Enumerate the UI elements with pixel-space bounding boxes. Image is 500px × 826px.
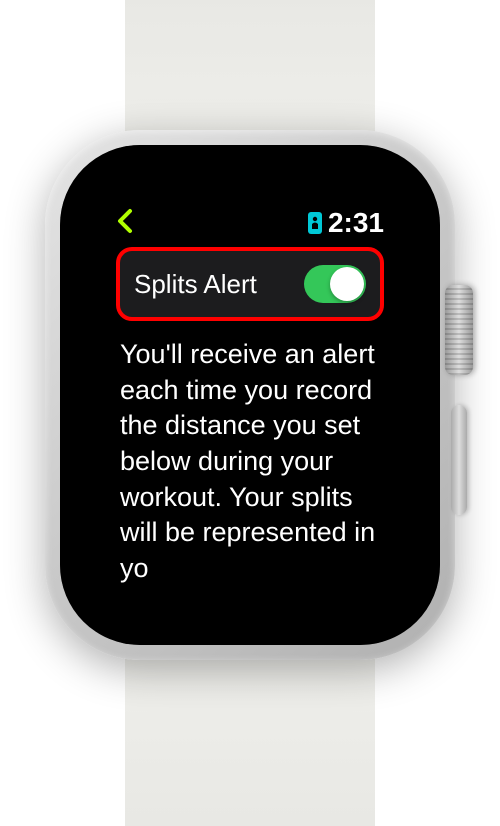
splits-alert-toggle[interactable] (304, 265, 366, 303)
status-bar: 2:31 (116, 207, 384, 239)
clock-time: 2:31 (328, 207, 384, 239)
digital-crown[interactable] (445, 285, 473, 375)
watch-case: 2:31 Splits Alert You'll receive an aler… (45, 130, 455, 660)
watch-screen: 2:31 Splits Alert You'll receive an aler… (98, 193, 402, 597)
phone-connected-icon (306, 210, 324, 236)
back-chevron-icon[interactable] (116, 208, 134, 238)
splits-alert-label: Splits Alert (134, 269, 257, 300)
toggle-knob (330, 267, 364, 301)
status-right: 2:31 (306, 207, 384, 239)
splits-alert-row[interactable]: Splits Alert (116, 247, 384, 321)
screen-bezel: 2:31 Splits Alert You'll receive an aler… (60, 145, 440, 645)
setting-description: You'll receive an alert each time you re… (116, 337, 384, 597)
side-button[interactable] (451, 405, 467, 515)
